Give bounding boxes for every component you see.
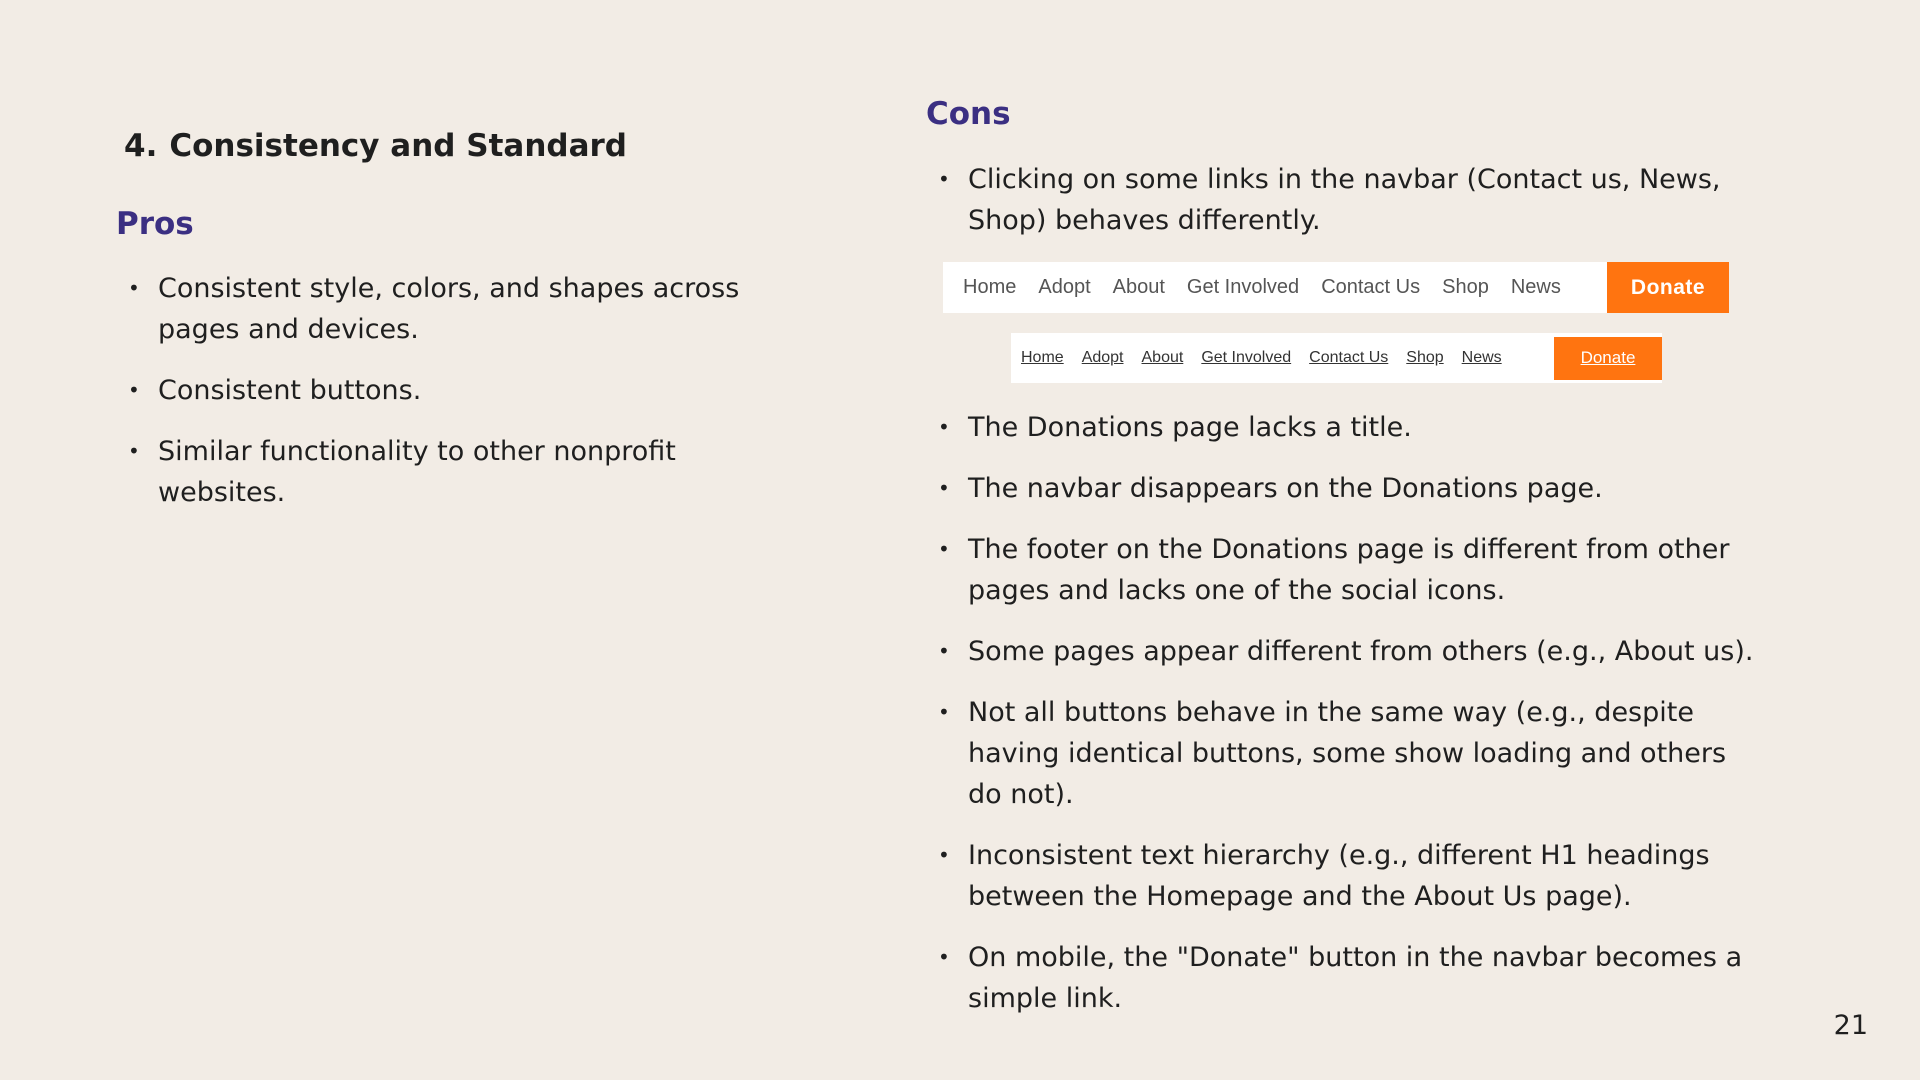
navbar-example-alt: Home Adopt About Get Involved Contact Us… [1011, 333, 1662, 383]
pros-item-text: Consistent buttons. [158, 375, 422, 406]
pros-item-text: Similar functionality to other nonprofit… [158, 436, 676, 508]
cons-item: • Not all buttons behave in the same way … [936, 692, 1766, 815]
nav-link-home[interactable]: Home [1021, 349, 1064, 367]
bullet-icon: • [128, 439, 140, 463]
bullet-icon: • [938, 700, 950, 724]
pros-list: • Consistent style, colors, and shapes ac… [126, 268, 786, 533]
cons-item-text: The footer on the Donations page is diff… [968, 534, 1730, 606]
nav-link-get-involved[interactable]: Get Involved [1201, 349, 1291, 367]
nav-link-about[interactable]: About [1142, 349, 1184, 367]
cons-item: • Clicking on some links in the navbar (C… [936, 159, 1766, 241]
cons-item: • The Donations page lacks a title. [936, 407, 1766, 448]
nav-link-news[interactable]: News [1462, 349, 1502, 367]
cons-item-text: Not all buttons behave in the same way (… [968, 697, 1727, 810]
bullet-icon: • [938, 843, 950, 867]
nav-link-adopt[interactable]: Adopt [1082, 349, 1124, 367]
slide: 4. Consistency and Standard Pros • Consist… [0, 0, 1920, 1080]
pros-heading: Pros [116, 206, 194, 242]
nav-link-about[interactable]: About [1113, 276, 1165, 299]
bullet-icon: • [938, 415, 950, 439]
cons-list-top: • Clicking on some links in the navbar (C… [936, 159, 1766, 261]
section-title: 4. Consistency and Standard [124, 128, 627, 164]
cons-item-text: The Donations page lacks a title. [968, 412, 1412, 443]
cons-item: • On mobile, the "Donate" button in the n… [936, 937, 1766, 1019]
pros-item-text: Consistent style, colors, and shapes acr… [158, 273, 740, 345]
navbar-example-desktop: Home Adopt About Get Involved Contact Us… [943, 262, 1729, 313]
bullet-icon: • [128, 378, 140, 402]
cons-item-text: On mobile, the "Donate" button in the na… [968, 942, 1743, 1014]
bullet-icon: • [938, 945, 950, 969]
bullet-icon: • [128, 276, 140, 300]
cons-item-text: The navbar disappears on the Donations p… [968, 473, 1603, 504]
cons-item: • Some pages appear different from others… [936, 631, 1766, 672]
bullet-icon: • [938, 639, 950, 663]
pros-item: • Similar functionality to other nonprofi… [126, 431, 786, 513]
donate-link[interactable]: Donate [1554, 336, 1662, 380]
page-number: 21 [1833, 1010, 1868, 1041]
section-number: 4. [124, 128, 158, 164]
nav-link-shop[interactable]: Shop [1406, 349, 1443, 367]
cons-item-text: Inconsistent text hierarchy (e.g., diffe… [968, 840, 1710, 912]
cons-item-text: Some pages appear different from others … [968, 636, 1754, 667]
nav-link-get-involved[interactable]: Get Involved [1187, 276, 1299, 299]
nav-link-contact-us[interactable]: Contact Us [1309, 349, 1388, 367]
nav-link-adopt[interactable]: Adopt [1038, 276, 1090, 299]
cons-item: • The navbar disappears on the Donations … [936, 468, 1766, 509]
nav-link-news[interactable]: News [1511, 276, 1561, 299]
nav-link-shop[interactable]: Shop [1442, 276, 1489, 299]
donate-button[interactable]: Donate [1607, 262, 1729, 313]
cons-item-text: Clicking on some links in the navbar (Co… [968, 164, 1721, 236]
nav-link-contact-us[interactable]: Contact Us [1321, 276, 1420, 299]
bullet-icon: • [938, 476, 950, 500]
cons-item: • Inconsistent text hierarchy (e.g., diff… [936, 835, 1766, 917]
section-title-text: Consistency and Standard [169, 128, 627, 164]
nav-link-home[interactable]: Home [963, 276, 1016, 299]
pros-item: • Consistent style, colors, and shapes ac… [126, 268, 786, 350]
bullet-icon: • [938, 167, 950, 191]
bullet-icon: • [938, 537, 950, 561]
cons-item: • The footer on the Donations page is dif… [936, 529, 1766, 611]
cons-list-bottom: • The Donations page lacks a title. • The … [936, 407, 1766, 1039]
pros-item: • Consistent buttons. [126, 370, 786, 411]
cons-heading: Cons [926, 96, 1011, 132]
